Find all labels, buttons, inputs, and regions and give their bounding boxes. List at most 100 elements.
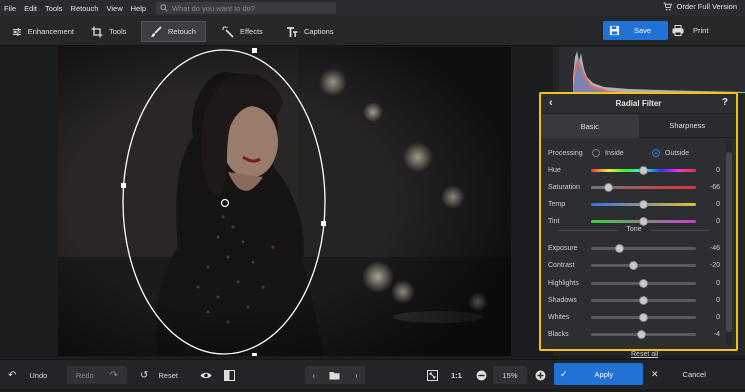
tab-effects[interactable]: Effects (214, 21, 269, 42)
radial-handle-bottom[interactable] (252, 353, 257, 356)
brush-icon (151, 25, 162, 37)
apply-label: Apply (594, 369, 614, 379)
slider-label-blacks: Blacks (548, 330, 569, 338)
slider-label-shadows: Shadows (548, 296, 577, 304)
slider-row-exposure: Exposure -46 (548, 242, 720, 254)
slider-knob-blacks[interactable] (636, 330, 646, 339)
reset-all-link[interactable]: Reset all (631, 351, 658, 358)
eye-icon[interactable] (200, 366, 212, 384)
back-arrow-icon[interactable]: ‹ (549, 97, 553, 109)
undo-label: Undo (29, 370, 48, 380)
slider-value-highlights: 0 (716, 279, 720, 287)
undo-button[interactable]: ↶ Undo (8, 366, 47, 384)
sliders-icon (12, 27, 21, 36)
zoom-out-icon[interactable] (476, 366, 487, 384)
zoom-level[interactable]: 15% (493, 366, 527, 384)
magic-wand-icon (222, 25, 234, 38)
radial-filter-panel: ‹ Radial Filter ? Basic Sharpness Proces… (539, 92, 738, 351)
slider-knob-temp[interactable] (639, 200, 648, 209)
filter-title: Radial Filter (615, 99, 662, 108)
slider-contrast[interactable] (591, 261, 696, 270)
redo-button[interactable]: Redo ↷ (67, 366, 127, 384)
filter-body: Processing Inside Outside Tone Hue 0 Satur… (541, 140, 725, 350)
slider-knob-contrast[interactable] (628, 261, 638, 270)
folder-icon[interactable] (329, 371, 340, 380)
filter-scrollbar-thumb[interactable] (726, 152, 732, 332)
search-placeholder: What do you want to do? (172, 3, 256, 13)
radial-handle-top[interactable] (252, 48, 257, 53)
slider-value-contrast: -20 (709, 261, 720, 269)
order-full-version-link[interactable]: Order Full Version (662, 2, 737, 11)
menu-tools[interactable]: Tools (41, 4, 67, 13)
floppy-disk-icon (609, 25, 620, 36)
radial-handle-left[interactable] (121, 183, 126, 188)
text-icon (287, 26, 298, 37)
filter-scrollbar[interactable] (726, 140, 732, 346)
slider-highlights[interactable] (591, 279, 696, 288)
slider-saturation[interactable] (591, 183, 696, 192)
tab-retouch-label: Retouch (168, 27, 196, 36)
slider-knob-hue[interactable] (639, 166, 648, 175)
slider-knob-highlights[interactable] (639, 279, 648, 288)
slider-row-tint: Tint 0 (548, 215, 720, 227)
radial-filter-overlay[interactable] (0, 47, 553, 356)
menu-edit[interactable]: Edit (20, 4, 41, 13)
slider-knob-saturation[interactable] (604, 183, 614, 192)
save-label: Save (634, 26, 652, 35)
slider-row-hue: Hue 0 (548, 164, 720, 176)
tab-basic[interactable]: Basic (541, 114, 639, 138)
cancel-button[interactable]: ✕ Cancel (648, 363, 740, 385)
slider-knob-shadows[interactable] (639, 296, 648, 305)
slider-knob-exposure[interactable] (614, 244, 624, 253)
menu-file[interactable]: File (0, 4, 20, 13)
apply-button[interactable]: ✓ Apply (554, 363, 643, 385)
processing-label: Processing (548, 149, 583, 157)
tab-sharpness[interactable]: Sharpness (638, 114, 736, 138)
menu-retouch[interactable]: Retouch (67, 4, 103, 13)
slider-row-temp: Temp 0 (548, 198, 720, 210)
slider-exposure[interactable] (591, 244, 696, 253)
slider-knob-whites[interactable] (639, 313, 648, 322)
slider-label-whites: Whites (548, 313, 570, 321)
checkmark-icon: ✓ (560, 368, 568, 379)
image-canvas[interactable] (0, 47, 553, 356)
radial-handle-right[interactable] (321, 221, 326, 226)
slider-knob-tint[interactable] (639, 217, 648, 226)
slider-whites[interactable] (591, 313, 696, 322)
zoom-in-icon[interactable] (535, 366, 546, 384)
slider-row-saturation: Saturation -66 (548, 181, 720, 193)
search-input[interactable]: What do you want to do? (156, 2, 337, 14)
menu-help[interactable]: Help (127, 4, 150, 13)
next-arrow-icon[interactable]: › (355, 371, 358, 380)
print-button[interactable]: Print (672, 21, 708, 40)
menu-bar: File Edit Tools Retouch View Help What d… (0, 0, 745, 16)
cart-icon (662, 2, 672, 11)
radio-outside-button[interactable] (652, 149, 660, 157)
tab-enhancement[interactable]: Enhancement (4, 21, 74, 42)
radio-inside[interactable]: Inside (592, 149, 652, 157)
slider-blacks[interactable] (591, 330, 696, 339)
tab-tools[interactable]: Tools (83, 21, 135, 42)
slider-hue[interactable] (591, 166, 696, 175)
compare-icon[interactable] (224, 366, 235, 384)
close-icon: ✕ (651, 368, 659, 379)
actual-size-button[interactable]: 1:1 (451, 366, 462, 384)
tab-tools-label: Tools (109, 27, 127, 36)
help-icon[interactable]: ? (722, 97, 728, 108)
reset-button[interactable]: ↺ Reset (140, 366, 178, 384)
tab-retouch[interactable]: Retouch (141, 21, 206, 42)
tab-captions[interactable]: Captions (278, 21, 338, 42)
fit-to-screen-icon[interactable] (427, 366, 438, 384)
radio-inside-button[interactable] (592, 149, 600, 157)
save-button[interactable]: Save (603, 21, 668, 40)
menu-view[interactable]: View (102, 4, 126, 13)
slider-temp[interactable] (591, 200, 696, 209)
radial-center-handle[interactable] (220, 198, 230, 208)
redo-label: Redo (75, 370, 94, 380)
radio-outside[interactable]: Outside (652, 149, 689, 157)
slider-value-tint: 0 (716, 217, 720, 225)
slider-tint[interactable] (591, 217, 696, 226)
slider-value-hue: 0 (716, 166, 720, 174)
prev-arrow-icon[interactable]: ‹ (312, 371, 315, 380)
slider-shadows[interactable] (591, 296, 696, 305)
